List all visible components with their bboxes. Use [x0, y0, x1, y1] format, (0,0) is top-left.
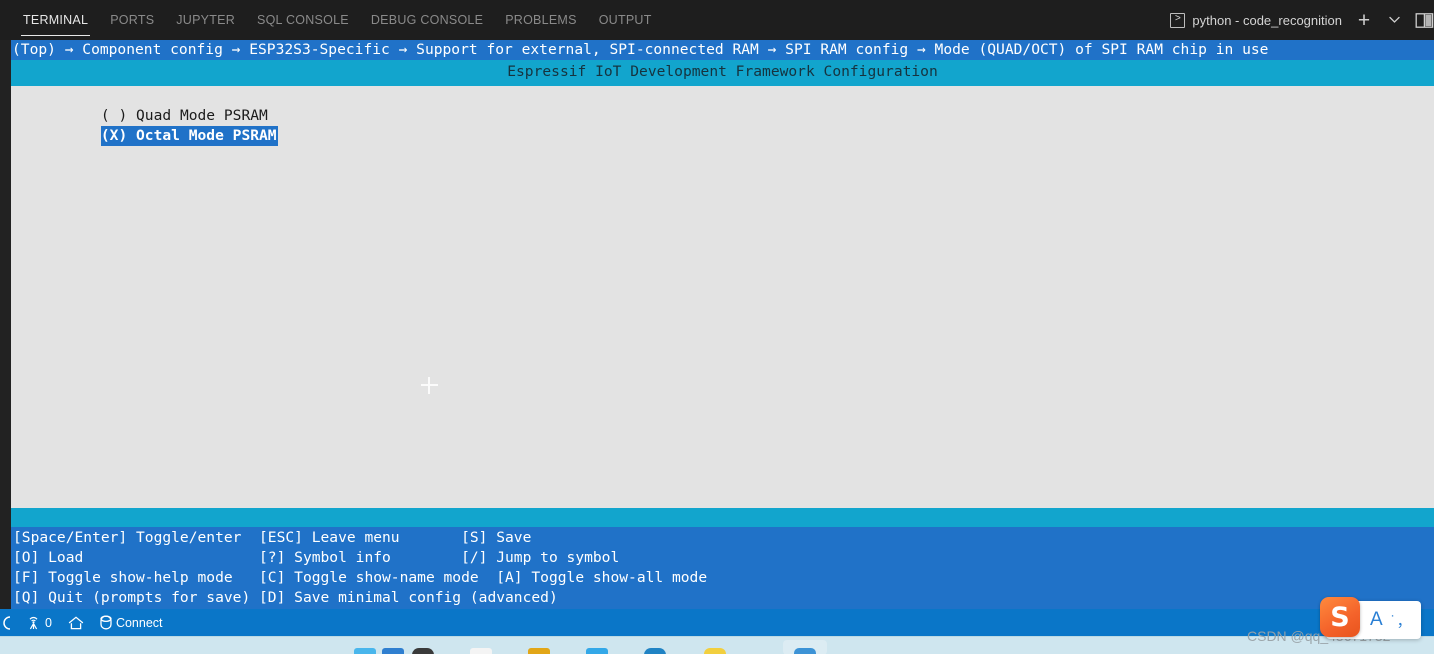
- chevron-down-icon[interactable]: [1380, 6, 1408, 34]
- terminal-name: python - code_recognition: [1192, 12, 1342, 28]
- panel-toolbar: > python - code_recognition +: [1162, 0, 1434, 40]
- sogou-ime-toolbar[interactable]: S A ˙，: [1320, 597, 1421, 639]
- ime-mode-toggle[interactable]: A: [1370, 609, 1383, 631]
- tab-label: SQL CONSOLE: [257, 13, 349, 27]
- menuconfig-separator-band: [11, 508, 1434, 527]
- vscode-window: TERMINAL PORTS JUPYTER SQL CONSOLE DEBUG…: [0, 0, 1434, 654]
- text-cursor-crosshair: [421, 377, 438, 394]
- terminal-list-item-python[interactable]: > python - code_recognition: [1162, 0, 1348, 40]
- taskbar-app-icon[interactable]: [794, 648, 816, 654]
- tab-label: TERMINAL: [23, 13, 89, 27]
- menuconfig-screen[interactable]: (Top) → Component config → ESP32S3-Speci…: [11, 40, 1434, 614]
- taskbar-app-icon[interactable]: [644, 648, 666, 654]
- taskbar-app-icon[interactable]: [586, 648, 608, 654]
- tab-problems[interactable]: PROBLEMS: [494, 0, 587, 40]
- tab-jupyter[interactable]: JUPYTER: [165, 0, 246, 40]
- menuconfig-help-footer: [Space/Enter] Toggle/enter [ESC] Leave m…: [11, 527, 1434, 614]
- help-row: [O] Load [?] Symbol info [/] Jump to sym…: [13, 549, 620, 566]
- help-row: [Space/Enter] Toggle/enter [ESC] Leave m…: [13, 529, 532, 546]
- taskbar-app-icon[interactable]: [470, 648, 492, 654]
- menuconfig-title: Espressif IoT Development Framework Conf…: [11, 60, 1434, 86]
- terminal-icon: >: [1170, 12, 1186, 28]
- status-connect-button[interactable]: Connect: [92, 609, 171, 636]
- menuconfig-breadcrumb: (Top) → Component config → ESP32S3-Speci…: [11, 40, 1434, 60]
- windows-taskbar[interactable]: [0, 636, 1434, 654]
- tab-label: PORTS: [110, 13, 155, 27]
- terminal-left-gutter: [0, 40, 11, 614]
- split-panel-icon[interactable]: [1410, 6, 1434, 34]
- taskbar-app-icon[interactable]: [354, 648, 376, 654]
- option-label: ( ) Quad Mode PSRAM: [100, 107, 268, 124]
- status-radio-tower-count: 0: [45, 615, 52, 630]
- help-row: [Q] Quit (prompts for save) [D] Save min…: [13, 589, 558, 606]
- option-quad-mode-psram[interactable]: ( ) Quad Mode PSRAM: [11, 86, 1434, 124]
- radio-tower-icon: [26, 616, 41, 630]
- taskbar-app-icon[interactable]: [382, 648, 404, 654]
- tab-debug-console[interactable]: DEBUG CONSOLE: [360, 0, 494, 40]
- remote-indicator-icon[interactable]: [0, 609, 18, 636]
- tab-label: DEBUG CONSOLE: [370, 13, 484, 27]
- tab-ports[interactable]: PORTS: [99, 0, 165, 40]
- taskbar-app-icon[interactable]: [412, 648, 434, 654]
- taskbar-app-icon[interactable]: [528, 648, 550, 654]
- taskbar-app-icon[interactable]: [704, 648, 726, 654]
- help-row: [F] Toggle show-help mode [C] Toggle sho…: [13, 569, 708, 586]
- option-label: (X) Octal Mode PSRAM: [100, 126, 278, 146]
- tab-label: PROBLEMS: [505, 13, 577, 27]
- status-connect-label: Connect: [115, 615, 163, 630]
- tab-sql-console[interactable]: SQL CONSOLE: [246, 0, 360, 40]
- database-icon: [100, 615, 112, 630]
- tab-label: OUTPUT: [598, 13, 652, 27]
- plus-icon[interactable]: +: [1350, 6, 1378, 34]
- tab-terminal[interactable]: TERMINAL: [12, 0, 99, 40]
- ime-punctuation-toggle[interactable]: ˙，: [1391, 610, 1413, 631]
- menuconfig-option-list: ( ) Quad Mode PSRAM (X) Octal Mode PSRAM: [11, 86, 1434, 146]
- tab-label: JUPYTER: [176, 13, 235, 27]
- panel-tabs: TERMINAL PORTS JUPYTER SQL CONSOLE DEBUG…: [0, 0, 663, 40]
- terminal-panel[interactable]: (Top) → Component config → ESP32S3-Speci…: [0, 40, 1434, 614]
- home-icon[interactable]: [60, 609, 92, 636]
- status-bar: 0 Connect: [0, 609, 1434, 636]
- status-radio-tower[interactable]: 0: [18, 609, 60, 636]
- panel-tab-bar: TERMINAL PORTS JUPYTER SQL CONSOLE DEBUG…: [0, 0, 1434, 40]
- tab-output[interactable]: OUTPUT: [588, 0, 663, 40]
- sogou-logo-icon[interactable]: S: [1320, 597, 1360, 637]
